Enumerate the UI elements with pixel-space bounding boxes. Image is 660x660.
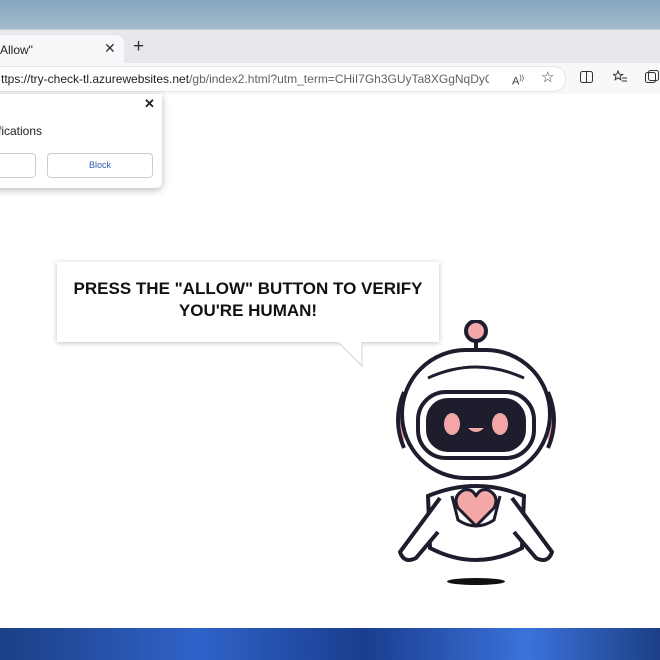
address-bar[interactable]: ttps://try-check-tl.azurewebsites.net/gb…	[0, 66, 566, 92]
notification-permission-popup: ✕ tifications e Block	[0, 94, 162, 188]
tab-active[interactable]: Allow" ✕	[0, 35, 124, 63]
speech-bubble-tail	[338, 342, 363, 368]
speech-bubble: PRESS THE "ALLOW" BUTTON TO VERIFY YOU'R…	[57, 262, 439, 342]
block-button-label: Block	[88, 160, 111, 170]
browser-toolbar: ttps://try-check-tl.azurewebsites.net/gb…	[0, 63, 660, 95]
favorite-star-icon[interactable]: ☆	[541, 70, 554, 85]
desktop-wallpaper-top	[0, 0, 660, 34]
close-icon[interactable]: ✕	[104, 40, 116, 56]
close-icon[interactable]: ✕	[144, 96, 155, 112]
verify-message-line1: PRESS THE "ALLOW" BUTTON TO VERIFY	[73, 279, 423, 298]
url-text: ttps://try-check-tl.azurewebsites.net/gb…	[1, 72, 489, 86]
robot-mascot-icon	[396, 320, 556, 562]
page-content: ✕ tifications e Block PRESS THE "ALLOW" …	[0, 94, 660, 628]
robot-shadow	[447, 578, 505, 585]
desktop-wallpaper-bottom	[0, 628, 660, 660]
plus-icon[interactable]: +	[133, 37, 144, 57]
collections-icon[interactable]	[645, 70, 660, 87]
block-button[interactable]: Block	[47, 153, 153, 178]
favorites-list-icon[interactable]	[612, 69, 628, 87]
tab-strip: Allow" ✕ +	[0, 30, 660, 63]
popup-message: tifications	[0, 124, 43, 138]
split-screen-icon[interactable]	[580, 71, 593, 86]
url-host: ttps://try-check-tl.azurewebsites.net	[1, 72, 190, 86]
url-path: /gb/index2.html?utm_term=CHiI7Gh3GUyTa8X…	[189, 72, 489, 86]
verify-message: PRESS THE "ALLOW" BUTTON TO VERIFY YOU'R…	[57, 278, 439, 322]
allow-button[interactable]: e	[0, 153, 36, 178]
read-aloud-icon[interactable]: A))	[512, 72, 524, 89]
browser-window: Allow" ✕ + ttps://try-check-tl.azurewebs…	[0, 30, 660, 628]
tab-title: Allow"	[0, 43, 33, 57]
verify-message-line2: YOU'RE HUMAN!	[178, 301, 318, 320]
